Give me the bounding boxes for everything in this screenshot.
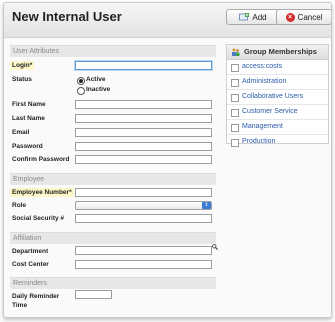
ssn-label: Social Security # bbox=[12, 215, 65, 222]
status-inactive-radio[interactable] bbox=[77, 87, 85, 95]
login-input[interactable] bbox=[75, 61, 212, 70]
group-icon bbox=[232, 48, 240, 56]
group-checkbox[interactable] bbox=[231, 64, 239, 72]
cancel-button[interactable]: × Cancel bbox=[276, 9, 331, 25]
group-item[interactable]: Collaborative Users bbox=[227, 90, 328, 105]
status-inactive-label: Inactive bbox=[86, 86, 111, 93]
group-item-label: Administration bbox=[242, 78, 287, 85]
login-label: Login* bbox=[10, 61, 35, 70]
last-name-label: Last Name bbox=[12, 115, 45, 122]
daily-reminder-label: Daily Reminder bbox=[12, 293, 60, 300]
group-checkbox[interactable] bbox=[231, 109, 239, 117]
password-label: Password bbox=[12, 143, 43, 150]
confirm-password-input[interactable] bbox=[75, 155, 212, 164]
confirm-password-label: Confirm Password bbox=[12, 156, 70, 163]
last-name-input[interactable] bbox=[75, 114, 212, 123]
status-label: Status bbox=[12, 76, 32, 83]
add-user-icon bbox=[239, 13, 250, 21]
password-input[interactable] bbox=[75, 142, 212, 151]
department-input[interactable] bbox=[75, 246, 212, 255]
employee-number-input[interactable] bbox=[75, 188, 212, 197]
group-item[interactable]: Customer Service bbox=[227, 105, 328, 120]
cost-center-label: Cost Center bbox=[12, 261, 49, 268]
group-item[interactable]: Production bbox=[227, 135, 328, 149]
role-label: Role bbox=[12, 202, 27, 209]
page-title: New Internal User bbox=[12, 9, 122, 24]
ssn-input[interactable] bbox=[75, 214, 212, 223]
add-button[interactable]: Add bbox=[226, 9, 280, 25]
section-affiliation: Affiliation bbox=[10, 232, 216, 244]
section-user-attributes: User Attributes bbox=[10, 45, 216, 57]
role-select[interactable]: ⇕ bbox=[75, 201, 212, 210]
cancel-icon: × bbox=[285, 12, 295, 22]
add-button-label: Add bbox=[252, 12, 267, 22]
daily-reminder-label-time: Time bbox=[12, 302, 28, 309]
section-employee: Employee bbox=[10, 173, 216, 185]
group-checkbox[interactable] bbox=[231, 79, 239, 87]
group-item[interactable]: Administration bbox=[227, 75, 328, 90]
select-arrows-icon: ⇕ bbox=[202, 202, 211, 209]
status-active-label: Active bbox=[86, 76, 106, 83]
first-name-input[interactable] bbox=[75, 100, 212, 109]
status-active-radio[interactable] bbox=[77, 77, 85, 85]
group-checkbox[interactable] bbox=[231, 124, 239, 132]
group-checkbox[interactable] bbox=[231, 139, 239, 147]
group-item-label: Management bbox=[242, 123, 283, 130]
section-reminders: Reminders bbox=[10, 277, 216, 289]
group-item-label: access:costs bbox=[242, 63, 283, 70]
first-name-label: First Name bbox=[12, 101, 46, 108]
group-item-label: Customer Service bbox=[242, 108, 298, 115]
employee-number-label: Employee Number* bbox=[10, 188, 74, 197]
group-item-label: Collaborative Users bbox=[242, 93, 304, 100]
group-item[interactable]: Management bbox=[227, 120, 328, 135]
daily-reminder-time-input[interactable] bbox=[75, 290, 112, 299]
email-input[interactable] bbox=[75, 128, 212, 137]
new-internal-user-dialog: New Internal User Add × Cancel User Attr… bbox=[3, 2, 332, 318]
group-memberships-header: Group Memberships bbox=[227, 45, 328, 60]
dialog-header: New Internal User Add × Cancel bbox=[4, 3, 331, 38]
group-memberships-panel: Group Memberships access:costs Administr… bbox=[226, 44, 329, 147]
group-item-label: Production bbox=[242, 138, 276, 145]
search-icon[interactable] bbox=[212, 244, 218, 250]
email-label: Email bbox=[12, 129, 30, 136]
group-checkbox[interactable] bbox=[231, 94, 239, 102]
group-item[interactable]: access:costs bbox=[227, 60, 328, 75]
cost-center-input[interactable] bbox=[75, 260, 212, 269]
cancel-button-label: Cancel bbox=[297, 12, 323, 22]
department-label: Department bbox=[12, 248, 49, 255]
group-memberships-title: Group Memberships bbox=[244, 47, 317, 56]
